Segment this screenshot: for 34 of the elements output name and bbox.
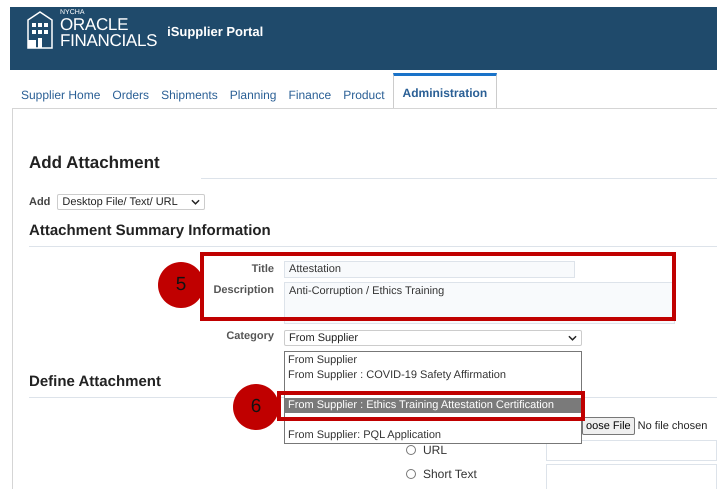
logo-text: ORACLE: [60, 17, 130, 33]
choose-file-button[interactable]: oose File: [582, 417, 635, 435]
section-heading: Attachment Summary Information: [29, 222, 717, 247]
field-label: Title: [252, 262, 274, 277]
logo-text: FINANCIALS: [60, 33, 158, 49]
description-field[interactable]: Anti-Corruption / Ethics Training: [284, 282, 675, 324]
page-title: Add Attachment: [29, 153, 161, 173]
portal-title: iSupplier Portal: [167, 24, 264, 39]
file-status-text: No file chosen: [638, 420, 708, 432]
nav-tab[interactable]: Orders: [106, 78, 156, 108]
nav-tab[interactable]: Planning: [224, 78, 282, 108]
dropdown-option[interactable]: From Supplier: [285, 353, 581, 368]
step-badge: 6: [233, 384, 279, 430]
nav-tab[interactable]: Supplier Home: [15, 78, 106, 108]
chevron-down-icon: [568, 335, 577, 341]
dropdown-option[interactable]: From Supplier : Ethics Training Attestation Certification: [285, 398, 581, 413]
radio-label: Short Text: [423, 467, 477, 481]
nav-tab[interactable]: Product: [337, 78, 391, 108]
building-logo-icon: [25, 10, 55, 50]
radio-button[interactable]: [406, 469, 416, 479]
title-field[interactable]: Attestation: [284, 261, 575, 278]
input-field[interactable]: [546, 464, 717, 489]
nav-tab[interactable]: Administration: [392, 73, 498, 108]
field-label: Add: [29, 196, 50, 208]
category-select[interactable]: From Supplier: [284, 330, 582, 346]
field-label: Category: [226, 329, 274, 344]
radio-label: URL: [423, 443, 448, 457]
dropdown-option[interactable]: From Supplier: PQL Application: [285, 428, 581, 443]
chevron-down-icon: [191, 199, 200, 205]
nav-tab[interactable]: Shipments: [155, 78, 224, 108]
nav-tab[interactable]: Finance: [282, 78, 338, 108]
add-type-select[interactable]: Desktop File/ Text/ URL: [57, 194, 206, 210]
radio-button[interactable]: [406, 445, 416, 455]
field-label: Description: [213, 283, 274, 298]
